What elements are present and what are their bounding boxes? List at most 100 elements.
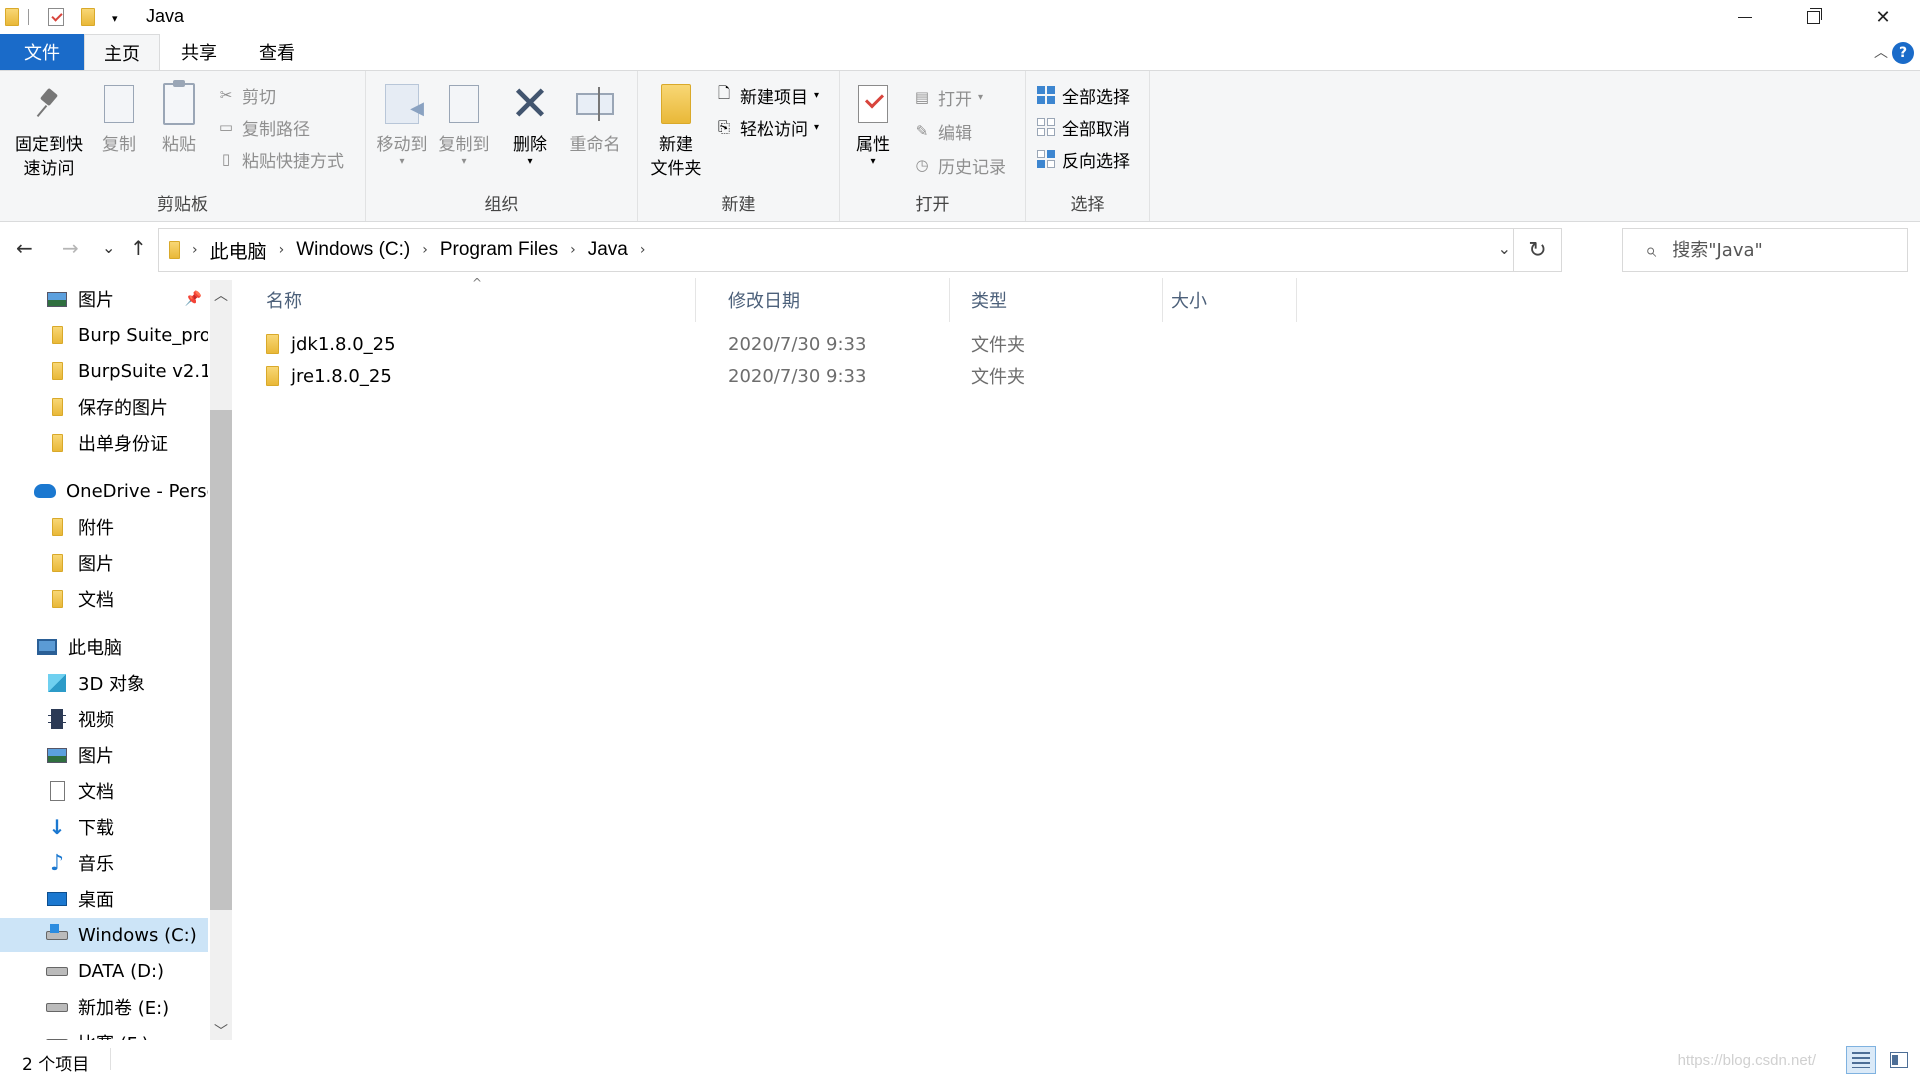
easy-access-label: 轻松访问 [740,119,808,140]
pictures-icon [47,291,67,307]
nav-item-label: 视频 [78,710,114,731]
nav-item-label: 此电脑 [68,638,122,659]
column-header-modified[interactable]: 修改日期 [722,278,950,322]
navigation-bar: ← → ⌄ ↑ › 此电脑 › Windows (C:) › Program F… [0,222,1920,278]
nav-item-data-d[interactable]: DATA (D:) [0,954,208,988]
nav-item-videos[interactable]: 视频 [0,702,208,736]
select-none-button[interactable]: 全部取消 [1036,113,1130,141]
scroll-thumb[interactable] [210,410,232,910]
nav-item-burpsuite-v21[interactable]: BurpSuite v2.1 [0,354,208,388]
easy-access-button[interactable]: ⎘ 轻松访问 ▾ [714,113,819,141]
breadcrumb-program-files[interactable]: Program Files [440,239,558,261]
select-all-button[interactable]: 全部选择 [1036,81,1130,109]
copy-path-icon: ▭ [218,118,234,136]
file-name-cell: jre1.8.0_25 [266,360,702,392]
delete-icon: ✕ [509,76,551,132]
rename-button[interactable]: 重命名 [564,79,626,157]
folder-icon [51,434,63,452]
tab-home[interactable]: 主页 [84,34,160,70]
forward-button[interactable]: → [62,236,79,260]
help-icon[interactable]: ? [1892,42,1914,64]
up-button[interactable]: ↑ [130,236,147,260]
search-box[interactable]: ⌕ [1622,228,1908,272]
breadcrumb-this-pc[interactable]: 此电脑 [210,237,267,264]
file-name: jdk1.8.0_25 [291,333,396,355]
new-folder-button[interactable]: 新建 文件夹 [646,79,706,181]
nav-item-onedrive-documents[interactable]: 文档 [0,582,208,616]
nav-item-new-volume-e[interactable]: 新加卷 (E:) [0,990,208,1024]
nav-item-pictures-pinned[interactable]: 图片 📌 [0,282,208,316]
refresh-button[interactable]: ↻ [1513,229,1561,271]
nav-item-label: 桌面 [78,890,114,911]
file-row[interactable]: jdk1.8.0_25 2020/7/30 9:33 文件夹 [260,328,1320,360]
nav-item-3d-objects[interactable]: 3D 对象 [0,666,208,700]
breadcrumb-windows-c[interactable]: Windows (C:) [296,239,410,261]
address-history-dropdown[interactable]: ⌄ [1498,239,1511,258]
copy-to-button[interactable]: 复制到 ▾ [434,79,494,167]
nav-item-pictures[interactable]: 图片 [0,738,208,772]
edit-button[interactable]: ✎ 编辑 [912,117,972,145]
properties-quick-icon[interactable] [46,6,66,28]
minimize-button[interactable] [1716,0,1774,34]
column-header-type[interactable]: 类型 [965,278,1163,322]
copy-label: 复制 [102,135,136,155]
open-button[interactable]: ▤ 打开 ▾ [912,83,983,111]
paste-shortcut-button[interactable]: ▯ 粘贴快捷方式 [216,145,344,173]
back-button[interactable]: ← [16,236,33,260]
new-folder-quick-icon[interactable] [78,6,98,28]
new-item-button[interactable]: 🗋 新建项目 ▾ [714,81,819,109]
tab-share[interactable]: 共享 [166,34,232,70]
recent-locations-button[interactable]: ⌄ [102,238,115,257]
close-button[interactable]: ✕ [1854,0,1912,34]
scroll-up-button[interactable]: ︿ [210,280,232,310]
nav-item-contest-f[interactable]: 比赛 (F:) [0,1026,208,1040]
nav-item-id-cards[interactable]: 出单身份证 [0,426,208,460]
nav-item-music[interactable]: ♪ 音乐 [0,846,208,880]
easy-access-dropdown-icon: ▾ [814,121,820,133]
breadcrumb-separator[interactable]: › [570,242,576,258]
cut-button[interactable]: ✂ 剪切 [216,81,276,109]
collapse-ribbon-icon[interactable]: ︿ [1874,42,1888,62]
properties-button[interactable]: 属性 ▾ [848,79,898,167]
history-button[interactable]: ◷ 历史记录 [912,151,1006,179]
nav-item-documents[interactable]: 文档 [0,774,208,808]
nav-item-attachments[interactable]: 附件 [0,510,208,544]
details-view-button[interactable] [1846,1046,1876,1074]
address-bar[interactable]: › 此电脑 › Windows (C:) › Program Files › J… [158,228,1562,272]
delete-button[interactable]: ✕ 删除 ▾ [506,79,554,167]
tab-view[interactable]: 查看 [244,34,310,70]
new-item-dropdown-icon: ▾ [814,89,820,101]
invert-selection-button[interactable]: 反向选择 [1036,145,1130,173]
nav-item-downloads[interactable]: ↓ 下载 [0,810,208,844]
nav-item-desktop[interactable]: 桌面 [0,882,208,916]
nav-pane-scrollbar[interactable]: ︿ ﹀ [210,280,232,1046]
copy-path-button[interactable]: ▭ 复制路径 [216,113,310,141]
select-all-label: 全部选择 [1062,87,1130,108]
file-row[interactable]: jre1.8.0_25 2020/7/30 9:33 文件夹 [260,360,1320,392]
large-icons-view-button[interactable] [1884,1046,1914,1074]
copy-button[interactable]: 复制 [94,79,144,157]
customize-quick-access-icon[interactable]: ▾ [112,12,118,25]
tab-file[interactable]: 文件 [0,34,84,70]
nav-item-windows-c[interactable]: Windows (C:) [0,918,208,952]
breadcrumb-separator[interactable]: › [422,242,428,258]
select-all-icon [1037,86,1055,104]
paste-button[interactable]: 粘贴 [154,79,204,157]
nav-item-this-pc[interactable]: 此电脑 [0,630,208,664]
pin-to-quick-access-button[interactable]: 固定到快 速访问 [10,79,88,181]
refresh-icon: ↻ [1528,237,1547,263]
breadcrumb-separator[interactable]: › [192,242,198,258]
breadcrumb-java[interactable]: Java [588,239,628,261]
nav-item-onedrive-pictures[interactable]: 图片 [0,546,208,580]
nav-item-saved-pictures[interactable]: 保存的图片 [0,390,208,424]
search-input[interactable] [1672,239,1893,261]
breadcrumb-separator[interactable]: › [279,242,285,258]
close-icon: ✕ [1875,6,1891,28]
move-to-button[interactable]: 移动到 ▾ [372,79,432,167]
organize-group: 移动到 ▾ 复制到 ▾ ✕ 删除 ▾ 重命名 组织 [366,71,638,221]
restore-button[interactable] [1784,0,1842,34]
nav-item-burp-suite-pro[interactable]: Burp Suite_pro_ [0,318,208,352]
nav-item-onedrive[interactable]: OneDrive - Perso [0,474,208,508]
breadcrumb-separator[interactable]: › [640,242,646,258]
column-header-size[interactable]: 大小 [1165,278,1297,322]
